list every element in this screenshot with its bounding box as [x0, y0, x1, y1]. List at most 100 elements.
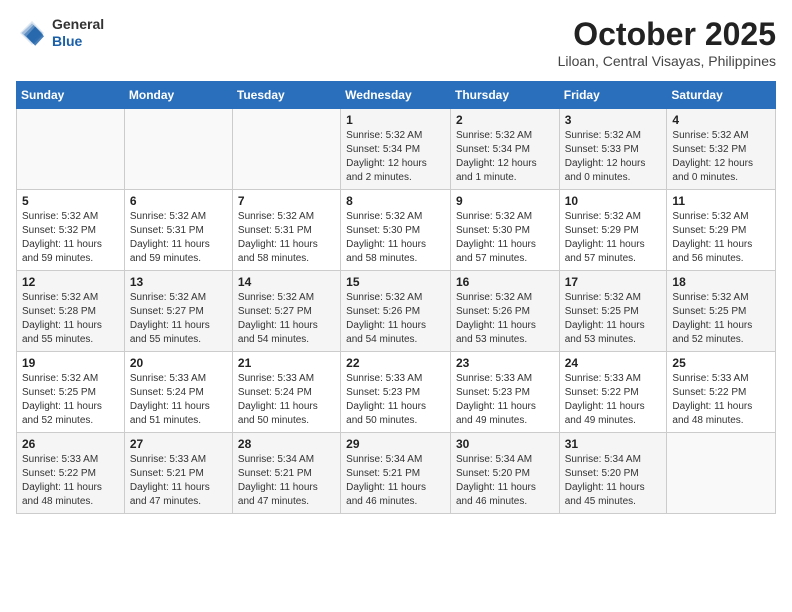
day-number: 7	[238, 194, 335, 208]
month-title: October 2025	[558, 16, 776, 53]
day-info: Sunrise: 5:33 AMSunset: 5:21 PMDaylight:…	[130, 453, 227, 509]
calendar-cell: 21 Sunrise: 5:33 AMSunset: 5:24 PMDayligh…	[232, 352, 340, 433]
calendar-header-row: SundayMondayTuesdayWednesdayThursdayFrid…	[17, 82, 776, 109]
day-number: 8	[346, 194, 445, 208]
day-info: Sunrise: 5:33 AMSunset: 5:23 PMDaylight:…	[456, 372, 554, 428]
calendar-cell: 8 Sunrise: 5:32 AMSunset: 5:30 PMDaylight…	[341, 190, 451, 271]
day-number: 9	[456, 194, 554, 208]
calendar-week-row: 19 Sunrise: 5:32 AMSunset: 5:25 PMDayligh…	[17, 352, 776, 433]
day-number: 23	[456, 356, 554, 370]
logo: General Blue	[16, 16, 104, 50]
day-info: Sunrise: 5:32 AMSunset: 5:29 PMDaylight:…	[672, 210, 770, 266]
calendar-cell: 23 Sunrise: 5:33 AMSunset: 5:23 PMDayligh…	[450, 352, 559, 433]
day-number: 30	[456, 437, 554, 451]
calendar-cell: 4Sunrise: 5:32 AMSunset: 5:32 PMDaylight…	[667, 109, 776, 190]
calendar-cell: 5 Sunrise: 5:32 AMSunset: 5:32 PMDaylight…	[17, 190, 125, 271]
day-info: Sunrise: 5:33 AMSunset: 5:24 PMDaylight:…	[130, 372, 227, 428]
title-block: October 2025 Liloan, Central Visayas, Ph…	[558, 16, 776, 69]
day-info: Sunrise: 5:34 AMSunset: 5:21 PMDaylight:…	[238, 453, 335, 509]
day-info: Sunrise: 5:34 AMSunset: 5:20 PMDaylight:…	[456, 453, 554, 509]
calendar-cell	[124, 109, 232, 190]
day-number: 21	[238, 356, 335, 370]
day-number: 13	[130, 275, 227, 289]
calendar-cell: 26 Sunrise: 5:33 AMSunset: 5:22 PMDayligh…	[17, 433, 125, 514]
calendar-cell: 22Sunrise: 5:33 AMSunset: 5:23 PMDayligh…	[341, 352, 451, 433]
day-info: Sunrise: 5:32 AMSunset: 5:26 PMDaylight:…	[456, 291, 554, 347]
calendar-cell	[17, 109, 125, 190]
day-number: 10	[565, 194, 662, 208]
logo-general: General	[52, 16, 104, 33]
day-number: 1	[346, 113, 445, 127]
day-info: Sunrise: 5:33 AMSunset: 5:22 PMDaylight:…	[565, 372, 662, 428]
day-number: 6	[130, 194, 227, 208]
calendar-cell: 28 Sunrise: 5:34 AMSunset: 5:21 PMDayligh…	[232, 433, 340, 514]
calendar-cell	[667, 433, 776, 514]
calendar-cell: 14 Sunrise: 5:32 AMSunset: 5:27 PMDayligh…	[232, 271, 340, 352]
day-info: Sunrise: 5:33 AMSunset: 5:22 PMDaylight:…	[22, 453, 119, 509]
day-info: Sunrise: 5:32 AMSunset: 5:31 PMDaylight:…	[130, 210, 227, 266]
day-info: Sunrise: 5:32 AMSunset: 5:27 PMDaylight:…	[238, 291, 335, 347]
day-of-week-header: Thursday	[450, 82, 559, 109]
calendar-cell: 30 Sunrise: 5:34 AMSunset: 5:20 PMDayligh…	[450, 433, 559, 514]
day-number: 5	[22, 194, 119, 208]
calendar-cell: 6 Sunrise: 5:32 AMSunset: 5:31 PMDaylight…	[124, 190, 232, 271]
calendar-cell: 17Sunrise: 5:32 AMSunset: 5:25 PMDayligh…	[559, 271, 667, 352]
day-number: 19	[22, 356, 119, 370]
day-info: Sunrise: 5:32 AMSunset: 5:31 PMDaylight:…	[238, 210, 335, 266]
day-info: Sunrise: 5:32 AMSunset: 5:29 PMDaylight:…	[565, 210, 662, 266]
day-of-week-header: Tuesday	[232, 82, 340, 109]
day-info: Sunrise: 5:34 AMSunset: 5:20 PMDaylight:…	[565, 453, 662, 509]
calendar-cell: 29 Sunrise: 5:34 AMSunset: 5:21 PMDayligh…	[341, 433, 451, 514]
day-number: 4	[672, 113, 770, 127]
calendar-cell: 7 Sunrise: 5:32 AMSunset: 5:31 PMDaylight…	[232, 190, 340, 271]
logo-text: General Blue	[52, 16, 104, 50]
day-of-week-header: Monday	[124, 82, 232, 109]
location: Liloan, Central Visayas, Philippines	[558, 53, 776, 69]
day-number: 11	[672, 194, 770, 208]
day-number: 28	[238, 437, 335, 451]
day-number: 22	[346, 356, 445, 370]
page-header: General Blue October 2025 Liloan, Centra…	[16, 16, 776, 69]
day-info: Sunrise: 5:32 AMSunset: 5:28 PMDaylight:…	[22, 291, 119, 347]
day-info: Sunrise: 5:32 AMSunset: 5:25 PMDaylight:…	[22, 372, 119, 428]
day-info: Sunrise: 5:32 AMSunset: 5:27 PMDaylight:…	[130, 291, 227, 347]
calendar-cell: 20 Sunrise: 5:33 AMSunset: 5:24 PMDayligh…	[124, 352, 232, 433]
calendar-table: SundayMondayTuesdayWednesdayThursdayFrid…	[16, 81, 776, 514]
calendar-cell: 9 Sunrise: 5:32 AMSunset: 5:30 PMDaylight…	[450, 190, 559, 271]
day-info: Sunrise: 5:32 AMSunset: 5:26 PMDaylight:…	[346, 291, 445, 347]
calendar-cell: 3Sunrise: 5:32 AMSunset: 5:33 PMDaylight…	[559, 109, 667, 190]
day-number: 18	[672, 275, 770, 289]
day-number: 14	[238, 275, 335, 289]
calendar-cell: 13 Sunrise: 5:32 AMSunset: 5:27 PMDayligh…	[124, 271, 232, 352]
day-number: 27	[130, 437, 227, 451]
day-number: 26	[22, 437, 119, 451]
day-number: 17	[565, 275, 662, 289]
day-info: Sunrise: 5:34 AMSunset: 5:21 PMDaylight:…	[346, 453, 445, 509]
day-of-week-header: Friday	[559, 82, 667, 109]
day-info: Sunrise: 5:33 AMSunset: 5:24 PMDaylight:…	[238, 372, 335, 428]
calendar-week-row: 26 Sunrise: 5:33 AMSunset: 5:22 PMDayligh…	[17, 433, 776, 514]
calendar-cell: 18 Sunrise: 5:32 AMSunset: 5:25 PMDayligh…	[667, 271, 776, 352]
day-of-week-header: Saturday	[667, 82, 776, 109]
calendar-cell: 2Sunrise: 5:32 AMSunset: 5:34 PMDaylight…	[450, 109, 559, 190]
day-number: 20	[130, 356, 227, 370]
calendar-cell: 24Sunrise: 5:33 AMSunset: 5:22 PMDayligh…	[559, 352, 667, 433]
day-info: Sunrise: 5:32 AMSunset: 5:34 PMDaylight:…	[346, 129, 445, 185]
day-number: 29	[346, 437, 445, 451]
logo-blue: Blue	[52, 33, 104, 50]
day-number: 12	[22, 275, 119, 289]
day-number: 3	[565, 113, 662, 127]
day-info: Sunrise: 5:32 AMSunset: 5:30 PMDaylight:…	[456, 210, 554, 266]
calendar-week-row: 5 Sunrise: 5:32 AMSunset: 5:32 PMDaylight…	[17, 190, 776, 271]
calendar-cell: 15Sunrise: 5:32 AMSunset: 5:26 PMDayligh…	[341, 271, 451, 352]
logo-icon	[16, 17, 48, 49]
calendar-cell: 1 Sunrise: 5:32 AMSunset: 5:34 PMDaylight…	[341, 109, 451, 190]
calendar-cell: 19 Sunrise: 5:32 AMSunset: 5:25 PMDayligh…	[17, 352, 125, 433]
calendar-cell: 27 Sunrise: 5:33 AMSunset: 5:21 PMDayligh…	[124, 433, 232, 514]
day-info: Sunrise: 5:32 AMSunset: 5:25 PMDaylight:…	[672, 291, 770, 347]
day-info: Sunrise: 5:33 AMSunset: 5:22 PMDaylight:…	[672, 372, 770, 428]
day-info: Sunrise: 5:32 AMSunset: 5:32 PMDaylight:…	[22, 210, 119, 266]
calendar-cell	[232, 109, 340, 190]
day-info: Sunrise: 5:32 AMSunset: 5:30 PMDaylight:…	[346, 210, 445, 266]
calendar-cell: 25Sunrise: 5:33 AMSunset: 5:22 PMDayligh…	[667, 352, 776, 433]
